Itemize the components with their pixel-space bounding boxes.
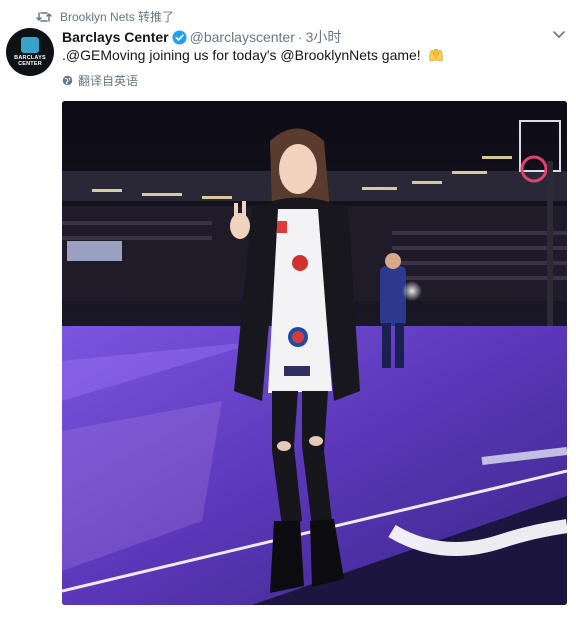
logo-shield-icon (21, 37, 39, 53)
display-name[interactable]: Barclays Center (62, 29, 169, 45)
tweet-text: .@GEMoving joining us for today's @Brook… (62, 47, 445, 63)
user-handle[interactable]: @barclayscenter (190, 29, 295, 45)
translate-label[interactable]: 翻译自英语 (78, 72, 138, 89)
retweet-label[interactable]: Brooklyn Nets 转推了 (60, 8, 174, 25)
tweet-text-body: .@GEMoving joining us for today's @Brook… (62, 47, 421, 63)
tweet-photo[interactable] (62, 101, 567, 605)
tweet-header: Barclays Center @barclayscenter · 3小时 (62, 27, 566, 47)
raised-hands-emoji-icon (428, 48, 443, 62)
retweet-context[interactable]: Brooklyn Nets 转推了 (36, 8, 174, 25)
chevron-down-icon[interactable] (552, 30, 566, 40)
retweet-icon (36, 11, 52, 22)
avatar-logo-text: BARCLAYS CENTER (14, 55, 46, 67)
separator: · (297, 29, 303, 45)
translate-link[interactable]: 翻译自英语 (62, 72, 138, 89)
avatar[interactable]: BARCLAYS CENTER (6, 28, 54, 76)
verified-badge-icon (172, 29, 187, 45)
globe-icon (62, 75, 73, 86)
timestamp[interactable]: 3小时 (306, 27, 342, 47)
